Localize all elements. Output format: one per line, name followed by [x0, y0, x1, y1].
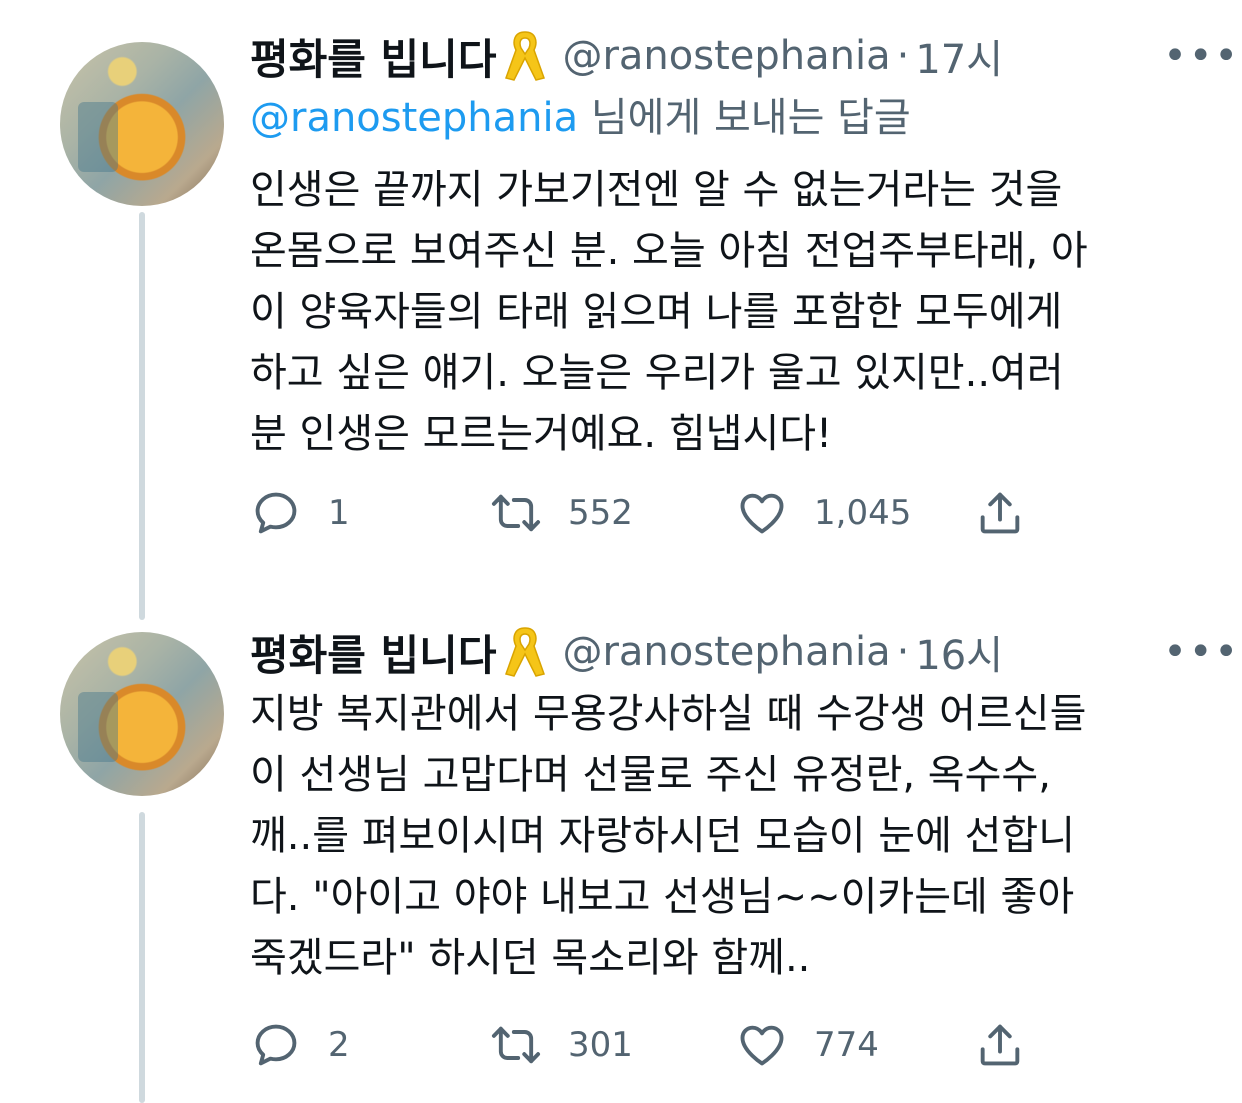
- username[interactable]: @ranostephania: [562, 629, 890, 675]
- reply-button[interactable]: 2: [250, 1019, 490, 1071]
- retweet-icon: [491, 1026, 541, 1064]
- retweet-count: 301: [568, 1025, 633, 1065]
- avatar[interactable]: [60, 42, 224, 206]
- like-count: 1,045: [814, 493, 912, 533]
- tweet-text: 지방 복지관에서 무용강사하실 때 수강생 어르신들 이 선생님 고맙다며 선물…: [250, 691, 1087, 981]
- share-icon: [980, 1024, 1020, 1066]
- tweet-actions: 1 552 1,045: [250, 483, 1190, 543]
- like-button[interactable]: 774: [736, 1019, 974, 1071]
- tweet-text: 인생은 끝까지 가보기전엔 알 수 없는거라는 것을 온몸으로 보여주신 분. …: [250, 167, 1088, 457]
- reply-count: 1: [328, 493, 350, 533]
- timestamp[interactable]: 17시: [915, 27, 1003, 85]
- retweet-count: 552: [568, 493, 633, 533]
- avatar[interactable]: [60, 632, 224, 796]
- share-icon: [980, 492, 1020, 534]
- retweet-icon: [491, 494, 541, 532]
- thread-connector-line: [139, 812, 145, 1103]
- heart-icon: [740, 493, 784, 534]
- reply-count: 2: [328, 1025, 350, 1065]
- separator-dot: ·: [896, 629, 910, 675]
- display-name[interactable]: 평화를 빕니다: [250, 622, 496, 683]
- retweet-button[interactable]: 552: [490, 487, 736, 539]
- timestamp[interactable]: 16시: [915, 623, 1003, 681]
- share-button[interactable]: [974, 1019, 1052, 1071]
- like-button[interactable]: 1,045: [736, 487, 974, 539]
- reply-icon: [255, 492, 297, 534]
- yellow-ribbon-icon: [505, 31, 546, 81]
- thread-connector-line: [139, 212, 145, 620]
- username[interactable]: @ranostephania: [562, 33, 890, 79]
- separator-dot: ·: [896, 33, 910, 79]
- heart-icon: [740, 1025, 784, 1066]
- more-horizontal-icon[interactable]: •••: [1163, 36, 1240, 76]
- like-count: 774: [814, 1025, 879, 1065]
- tweet-actions: 2 301 774: [250, 1015, 1190, 1075]
- tweet-header: 평화를 빕니다 @ranostephania · 16시 •••: [250, 622, 1238, 683]
- reply-mention-link[interactable]: @ranostephania: [250, 95, 578, 141]
- display-name[interactable]: 평화를 빕니다: [250, 26, 496, 87]
- retweet-button[interactable]: 301: [490, 1019, 736, 1071]
- reply-context: @ranostephania 님에게 보내는 답글: [250, 90, 1190, 146]
- more-horizontal-icon[interactable]: •••: [1163, 632, 1240, 672]
- yellow-ribbon-icon: [505, 627, 546, 677]
- reply-context-suffix: 님에게 보내는 답글: [578, 95, 911, 141]
- share-button[interactable]: [974, 487, 1052, 539]
- reply-icon: [255, 1024, 297, 1066]
- tweet-header: 평화를 빕니다 @ranostephania · 17시 •••: [250, 26, 1238, 87]
- reply-button[interactable]: 1: [250, 487, 490, 539]
